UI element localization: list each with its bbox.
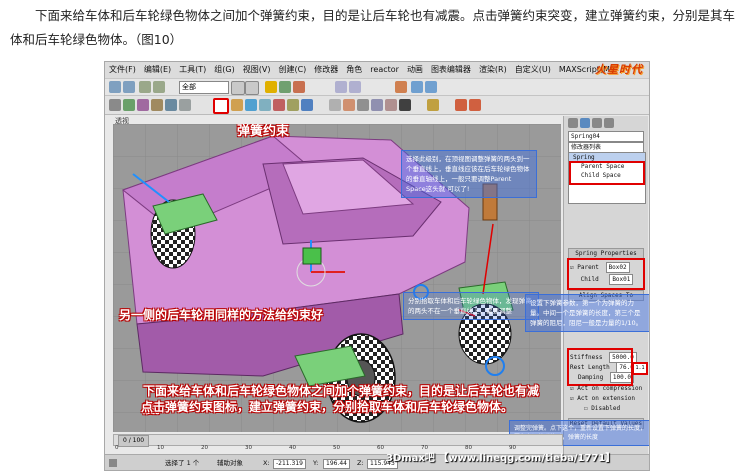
- move-icon[interactable]: [265, 81, 277, 93]
- create-tab-icon[interactable]: [568, 118, 578, 128]
- scale-icon[interactable]: [293, 81, 305, 93]
- annotation-spring-constraint: 弹簧约束: [237, 124, 290, 139]
- menu-animation[interactable]: 动画: [403, 62, 427, 78]
- annotation-params-note: 设置下弹簧参数，第一个为弹簧的力量。中间一个是弹簧的长度，第三个是弹簧的阻尼，阻…: [525, 294, 649, 332]
- tick-50: 50: [333, 445, 340, 451]
- undo-icon[interactable]: [109, 81, 121, 93]
- cloth-icon[interactable]: [123, 99, 135, 111]
- x-coordinate-field[interactable]: -211.319: [273, 459, 306, 469]
- tick-30: 30: [245, 445, 252, 451]
- menu-modifiers[interactable]: 修改器: [310, 62, 342, 78]
- perspective-viewport[interactable]: 弹簧约束 选择此级别，在顶视图调整弹簧的两头到一个垂直线上，垂直线应该在后车轮绿…: [113, 124, 561, 432]
- tick-0: 0: [115, 445, 119, 451]
- align-icon[interactable]: [349, 81, 361, 93]
- wind-icon[interactable]: [259, 99, 271, 111]
- deforming-mesh-icon[interactable]: [165, 99, 177, 111]
- act-compression-label: Act on compression: [577, 385, 643, 392]
- menu-rendering[interactable]: 渲染(R): [475, 62, 511, 78]
- screenshot-3dsmax: 文件(F) 编辑(E) 工具(T) 组(G) 视图(V) 创建(C) 修改器 角色 reacto…: [104, 61, 650, 471]
- menu-customize[interactable]: 自定义(U): [511, 62, 555, 78]
- tick-20: 20: [201, 445, 208, 451]
- redo-icon[interactable]: [123, 81, 135, 93]
- menu-file[interactable]: 文件(F): [105, 62, 140, 78]
- point-point-icon[interactable]: [371, 99, 383, 111]
- menu-create[interactable]: 创建(C): [274, 62, 310, 78]
- lock-icon[interactable]: [109, 459, 117, 467]
- tick-40: 40: [289, 445, 296, 451]
- selection-filter-dropdown[interactable]: 全部: [179, 81, 229, 94]
- menu-edit[interactable]: 编辑(E): [140, 62, 175, 78]
- article-page: 下面来给车体和后车轮绿色物体之间加个弹簧约束，目的是让后车轮也有减震。点击弹簧约…: [0, 0, 750, 471]
- reactor-toolbar: [105, 96, 649, 115]
- material-editor-icon[interactable]: [395, 81, 407, 93]
- command-panel: Spring04 修改器列表 Spring Parent Space Child…: [563, 116, 648, 466]
- menu-tools[interactable]: 工具(T): [175, 62, 210, 78]
- prismatic-icon[interactable]: [385, 99, 397, 111]
- act-compression-row[interactable]: ☑ Act on compression: [570, 384, 642, 393]
- menu-character[interactable]: 角色: [342, 62, 366, 78]
- mirror-icon[interactable]: [335, 81, 347, 93]
- create-animation-icon[interactable]: [469, 99, 481, 111]
- preview-animation-icon[interactable]: [455, 99, 467, 111]
- stack-highlight: [569, 161, 645, 185]
- unit-badge[interactable]: 1.1: [634, 364, 646, 373]
- spring-icon[interactable]: [213, 98, 229, 114]
- tick-60: 60: [377, 445, 384, 451]
- menu-reactor[interactable]: reactor: [366, 62, 403, 78]
- article-paragraph: 下面来给车体和后车轮绿色物体之间加个弹簧约束，目的是让后车轮也有减震。点击弹簧约…: [10, 8, 736, 47]
- quick-render-icon[interactable]: [425, 81, 437, 93]
- hinge-icon[interactable]: [357, 99, 369, 111]
- dashpot-icon[interactable]: [231, 99, 243, 111]
- select-object-icon[interactable]: [231, 81, 245, 95]
- menu-bar: 文件(F) 编辑(E) 工具(T) 组(G) 视图(V) 创建(C) 修改器 角色 reacto…: [105, 62, 649, 79]
- object-name-field[interactable]: Spring04: [568, 131, 644, 142]
- water-icon[interactable]: [301, 99, 313, 111]
- rope-icon[interactable]: [151, 99, 163, 111]
- fracture-icon[interactable]: [287, 99, 299, 111]
- hierarchy-tab-icon[interactable]: [592, 118, 602, 128]
- modify-tab-icon[interactable]: [580, 118, 590, 128]
- constraint-solver-icon[interactable]: [329, 99, 341, 111]
- fracture-2-icon[interactable]: [427, 99, 439, 111]
- render-icon[interactable]: [411, 81, 423, 93]
- tick-10: 10: [157, 445, 164, 451]
- y-coordinate-field[interactable]: 196.44: [323, 459, 350, 469]
- soft-body-icon[interactable]: [137, 99, 149, 111]
- main-toolbar: 全部: [105, 79, 649, 96]
- rigid-body-icon[interactable]: [109, 99, 121, 111]
- ragdoll-icon[interactable]: [343, 99, 355, 111]
- motion-tab-icon[interactable]: [604, 118, 614, 128]
- annotation-other-side: 另一侧的后车轮用同样的方法给约束好: [119, 308, 324, 322]
- spring-params-highlight: [567, 348, 633, 386]
- menu-views[interactable]: 视图(V): [239, 62, 275, 78]
- watermark: 3Dmax吧 【www.lineqg.com/tieba/1771】: [386, 453, 616, 464]
- rotate-icon[interactable]: [279, 81, 291, 93]
- disabled-row[interactable]: ☐ Disabled: [584, 404, 620, 413]
- link-icon[interactable]: [139, 81, 151, 93]
- annotation-select-note: 选择此级别，在顶视图调整弹簧的两头到一个垂直线上，垂直线应该在后车轮绿色物体的垂…: [401, 150, 537, 198]
- toy-car-icon[interactable]: [273, 99, 285, 111]
- unit-badge-box: 1.1: [632, 362, 648, 375]
- act-extension-row[interactable]: ☑ Act on extension: [570, 394, 635, 403]
- gizmo-box: [302, 247, 322, 265]
- hxsd-logo: 火星时代: [595, 63, 643, 76]
- menu-graph-editors[interactable]: 图表编辑器: [427, 62, 475, 78]
- menu-group[interactable]: 组(G): [210, 62, 238, 78]
- plane-icon[interactable]: [179, 99, 191, 111]
- unlink-icon[interactable]: [153, 81, 165, 93]
- parent-child-highlight: [567, 258, 645, 290]
- disabled-label: Disabled: [591, 405, 621, 412]
- motor-icon[interactable]: [245, 99, 257, 111]
- annotation-pick-note: 分别拾取车体和后车轮绿色物体，发现弹簧的两头不在一个垂直线上，需要调整: [403, 292, 539, 320]
- car-wheel-icon[interactable]: [399, 99, 411, 111]
- select-by-name-icon[interactable]: [245, 81, 259, 95]
- act-extension-label: Act on extension: [577, 395, 636, 402]
- annotation-main-caption-2: 点击弹簧约束图标，建立弹簧约束，分别拾取车体和后车轮绿色物体。: [141, 400, 514, 414]
